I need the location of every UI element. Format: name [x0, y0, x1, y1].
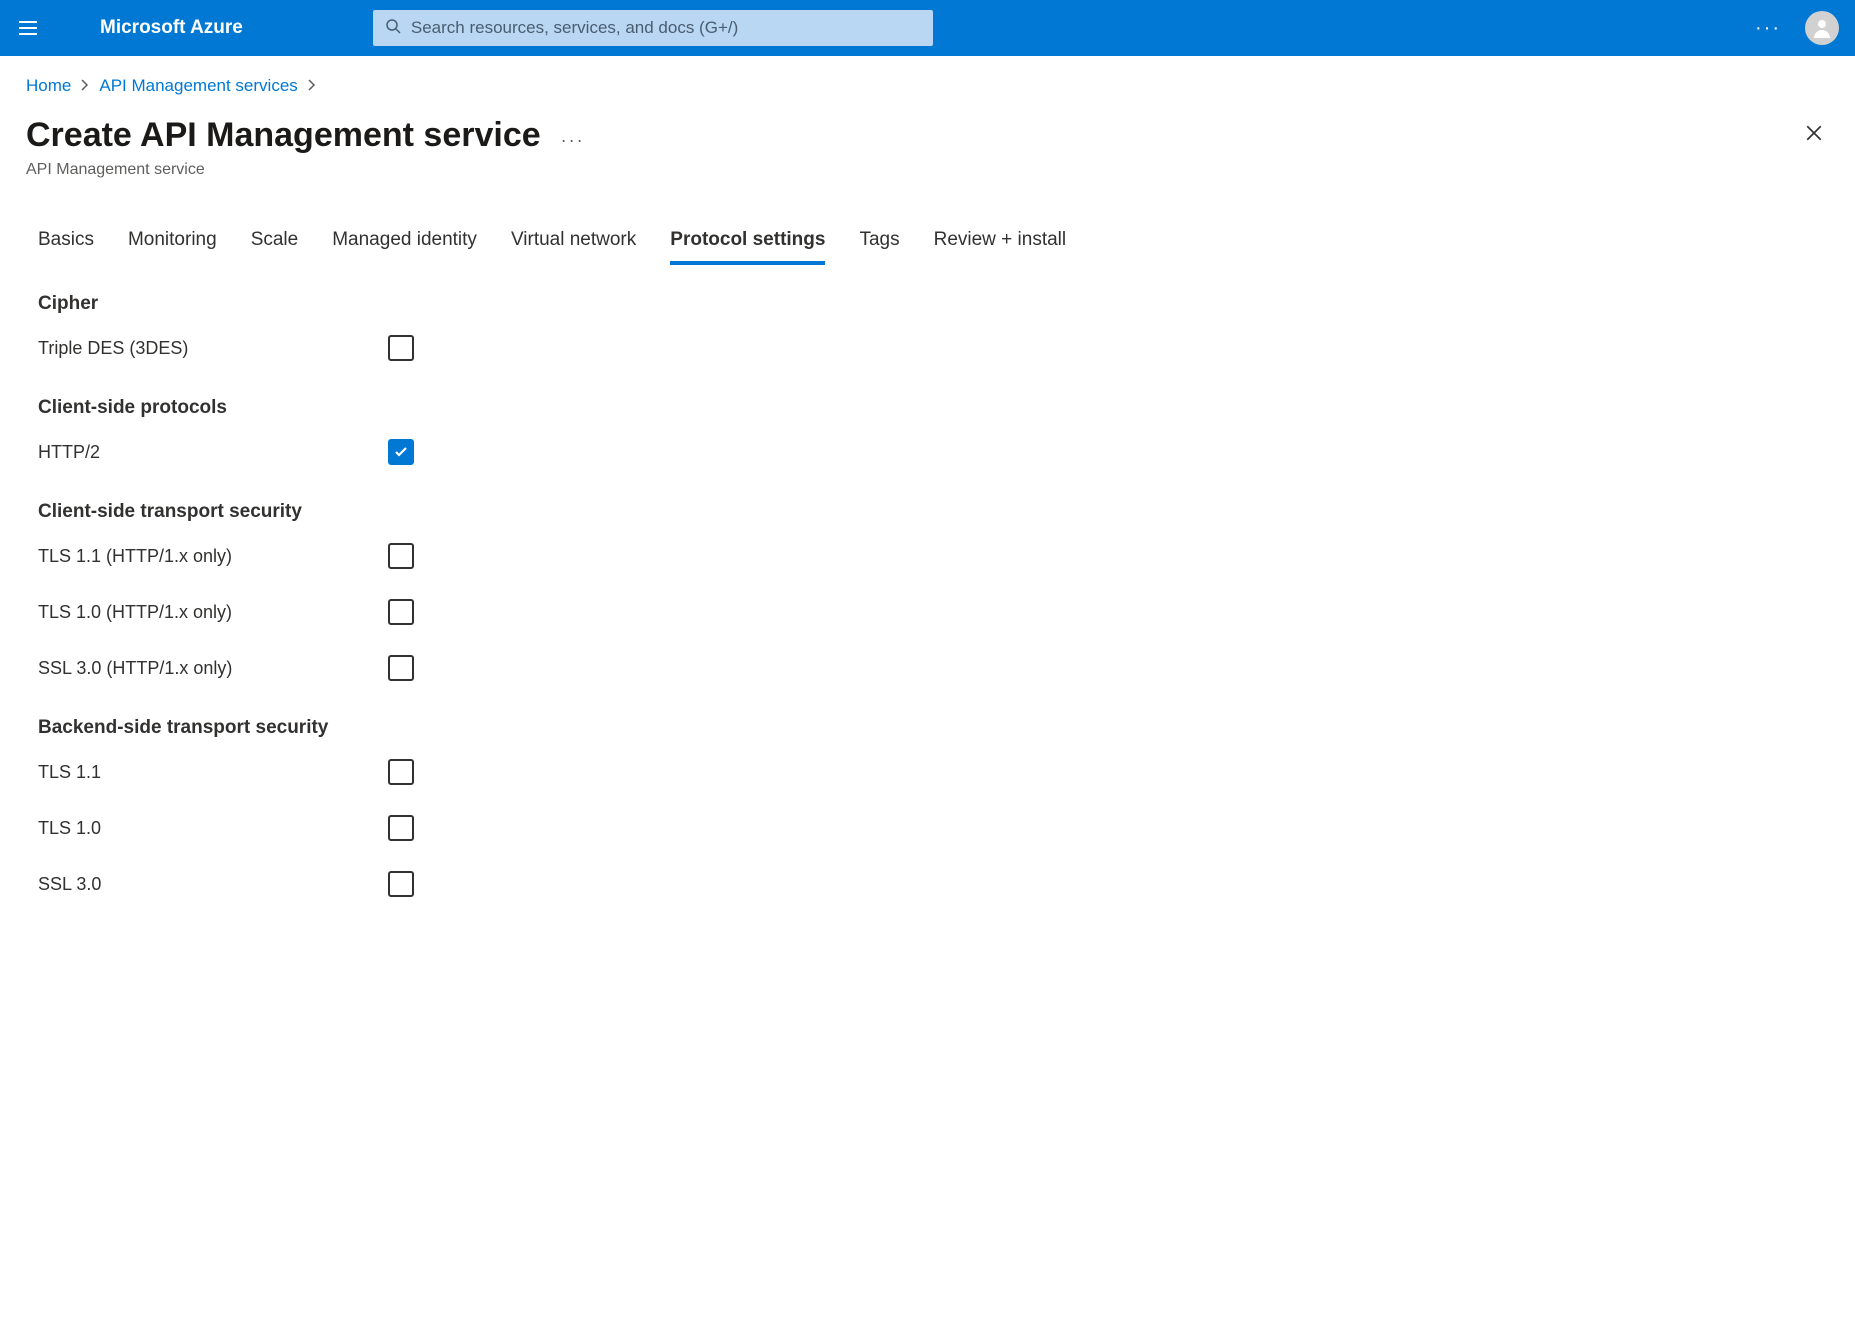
checkbox-triple-des[interactable]	[388, 335, 414, 361]
row-client-tls11: TLS 1.1 (HTTP/1.x only)	[38, 535, 1829, 577]
checkbox-http2[interactable]	[388, 439, 414, 465]
label-backend-ssl30: SSL 3.0	[38, 874, 388, 895]
chevron-right-icon	[81, 76, 89, 96]
search-box[interactable]	[373, 10, 933, 46]
section-backend-transport: Backend-side transport security TLS 1.1 …	[38, 717, 1829, 905]
tab-tags[interactable]: Tags	[859, 229, 899, 265]
breadcrumb: Home API Management services	[26, 76, 1829, 96]
page-header: Create API Management service ···	[26, 116, 1829, 155]
label-client-tls11: TLS 1.1 (HTTP/1.x only)	[38, 546, 388, 567]
checkbox-client-tls10[interactable]	[388, 599, 414, 625]
tab-protocol-settings[interactable]: Protocol settings	[670, 229, 825, 265]
label-client-ssl30: SSL 3.0 (HTTP/1.x only)	[38, 658, 388, 679]
content-area: Home API Management services Create API …	[0, 56, 1855, 939]
breadcrumb-home[interactable]: Home	[26, 76, 71, 96]
section-title-cipher: Cipher	[38, 293, 1829, 315]
hamburger-menu-icon[interactable]	[16, 16, 40, 40]
label-triple-des: Triple DES (3DES)	[38, 338, 388, 359]
checkbox-client-tls11[interactable]	[388, 543, 414, 569]
tab-review-install[interactable]: Review + install	[934, 229, 1067, 265]
tab-bar: Basics Monitoring Scale Managed identity…	[38, 229, 1829, 265]
row-backend-tls10: TLS 1.0	[38, 807, 1829, 849]
chevron-right-icon	[308, 76, 316, 96]
label-client-tls10: TLS 1.0 (HTTP/1.x only)	[38, 602, 388, 623]
label-backend-tls10: TLS 1.0	[38, 818, 388, 839]
tab-virtual-network[interactable]: Virtual network	[511, 229, 636, 265]
section-title-client-protocols: Client-side protocols	[38, 397, 1829, 419]
search-icon	[385, 18, 401, 39]
top-bar: Microsoft Azure ···	[0, 0, 1855, 56]
checkbox-backend-tls10[interactable]	[388, 815, 414, 841]
checkbox-client-ssl30[interactable]	[388, 655, 414, 681]
page-subtitle: API Management service	[26, 161, 1829, 179]
brand-label[interactable]: Microsoft Azure	[100, 17, 243, 39]
page-title: Create API Management service	[26, 116, 541, 155]
search-input[interactable]	[411, 18, 921, 38]
section-title-backend-transport: Backend-side transport security	[38, 717, 1829, 739]
checkbox-backend-tls11[interactable]	[388, 759, 414, 785]
tab-basics[interactable]: Basics	[38, 229, 94, 265]
row-backend-ssl30: SSL 3.0	[38, 863, 1829, 905]
header-more-icon[interactable]: ···	[561, 130, 585, 151]
topbar-right: ···	[1755, 11, 1839, 45]
section-client-protocols: Client-side protocols HTTP/2	[38, 397, 1829, 473]
row-http2: HTTP/2	[38, 431, 1829, 473]
row-client-ssl30: SSL 3.0 (HTTP/1.x only)	[38, 647, 1829, 689]
label-backend-tls11: TLS 1.1	[38, 762, 388, 783]
section-cipher: Cipher Triple DES (3DES)	[38, 293, 1829, 369]
checkbox-backend-ssl30[interactable]	[388, 871, 414, 897]
section-title-client-transport: Client-side transport security	[38, 501, 1829, 523]
tab-managed-identity[interactable]: Managed identity	[332, 229, 477, 265]
more-actions-icon[interactable]: ···	[1755, 17, 1781, 40]
row-client-tls10: TLS 1.0 (HTTP/1.x only)	[38, 591, 1829, 633]
label-http2: HTTP/2	[38, 442, 388, 463]
breadcrumb-services[interactable]: API Management services	[99, 76, 297, 96]
tab-monitoring[interactable]: Monitoring	[128, 229, 217, 265]
row-backend-tls11: TLS 1.1	[38, 751, 1829, 793]
row-triple-des: Triple DES (3DES)	[38, 327, 1829, 369]
user-avatar[interactable]	[1805, 11, 1839, 45]
close-button[interactable]	[1799, 118, 1829, 153]
section-client-transport: Client-side transport security TLS 1.1 (…	[38, 501, 1829, 689]
tab-scale[interactable]: Scale	[251, 229, 299, 265]
